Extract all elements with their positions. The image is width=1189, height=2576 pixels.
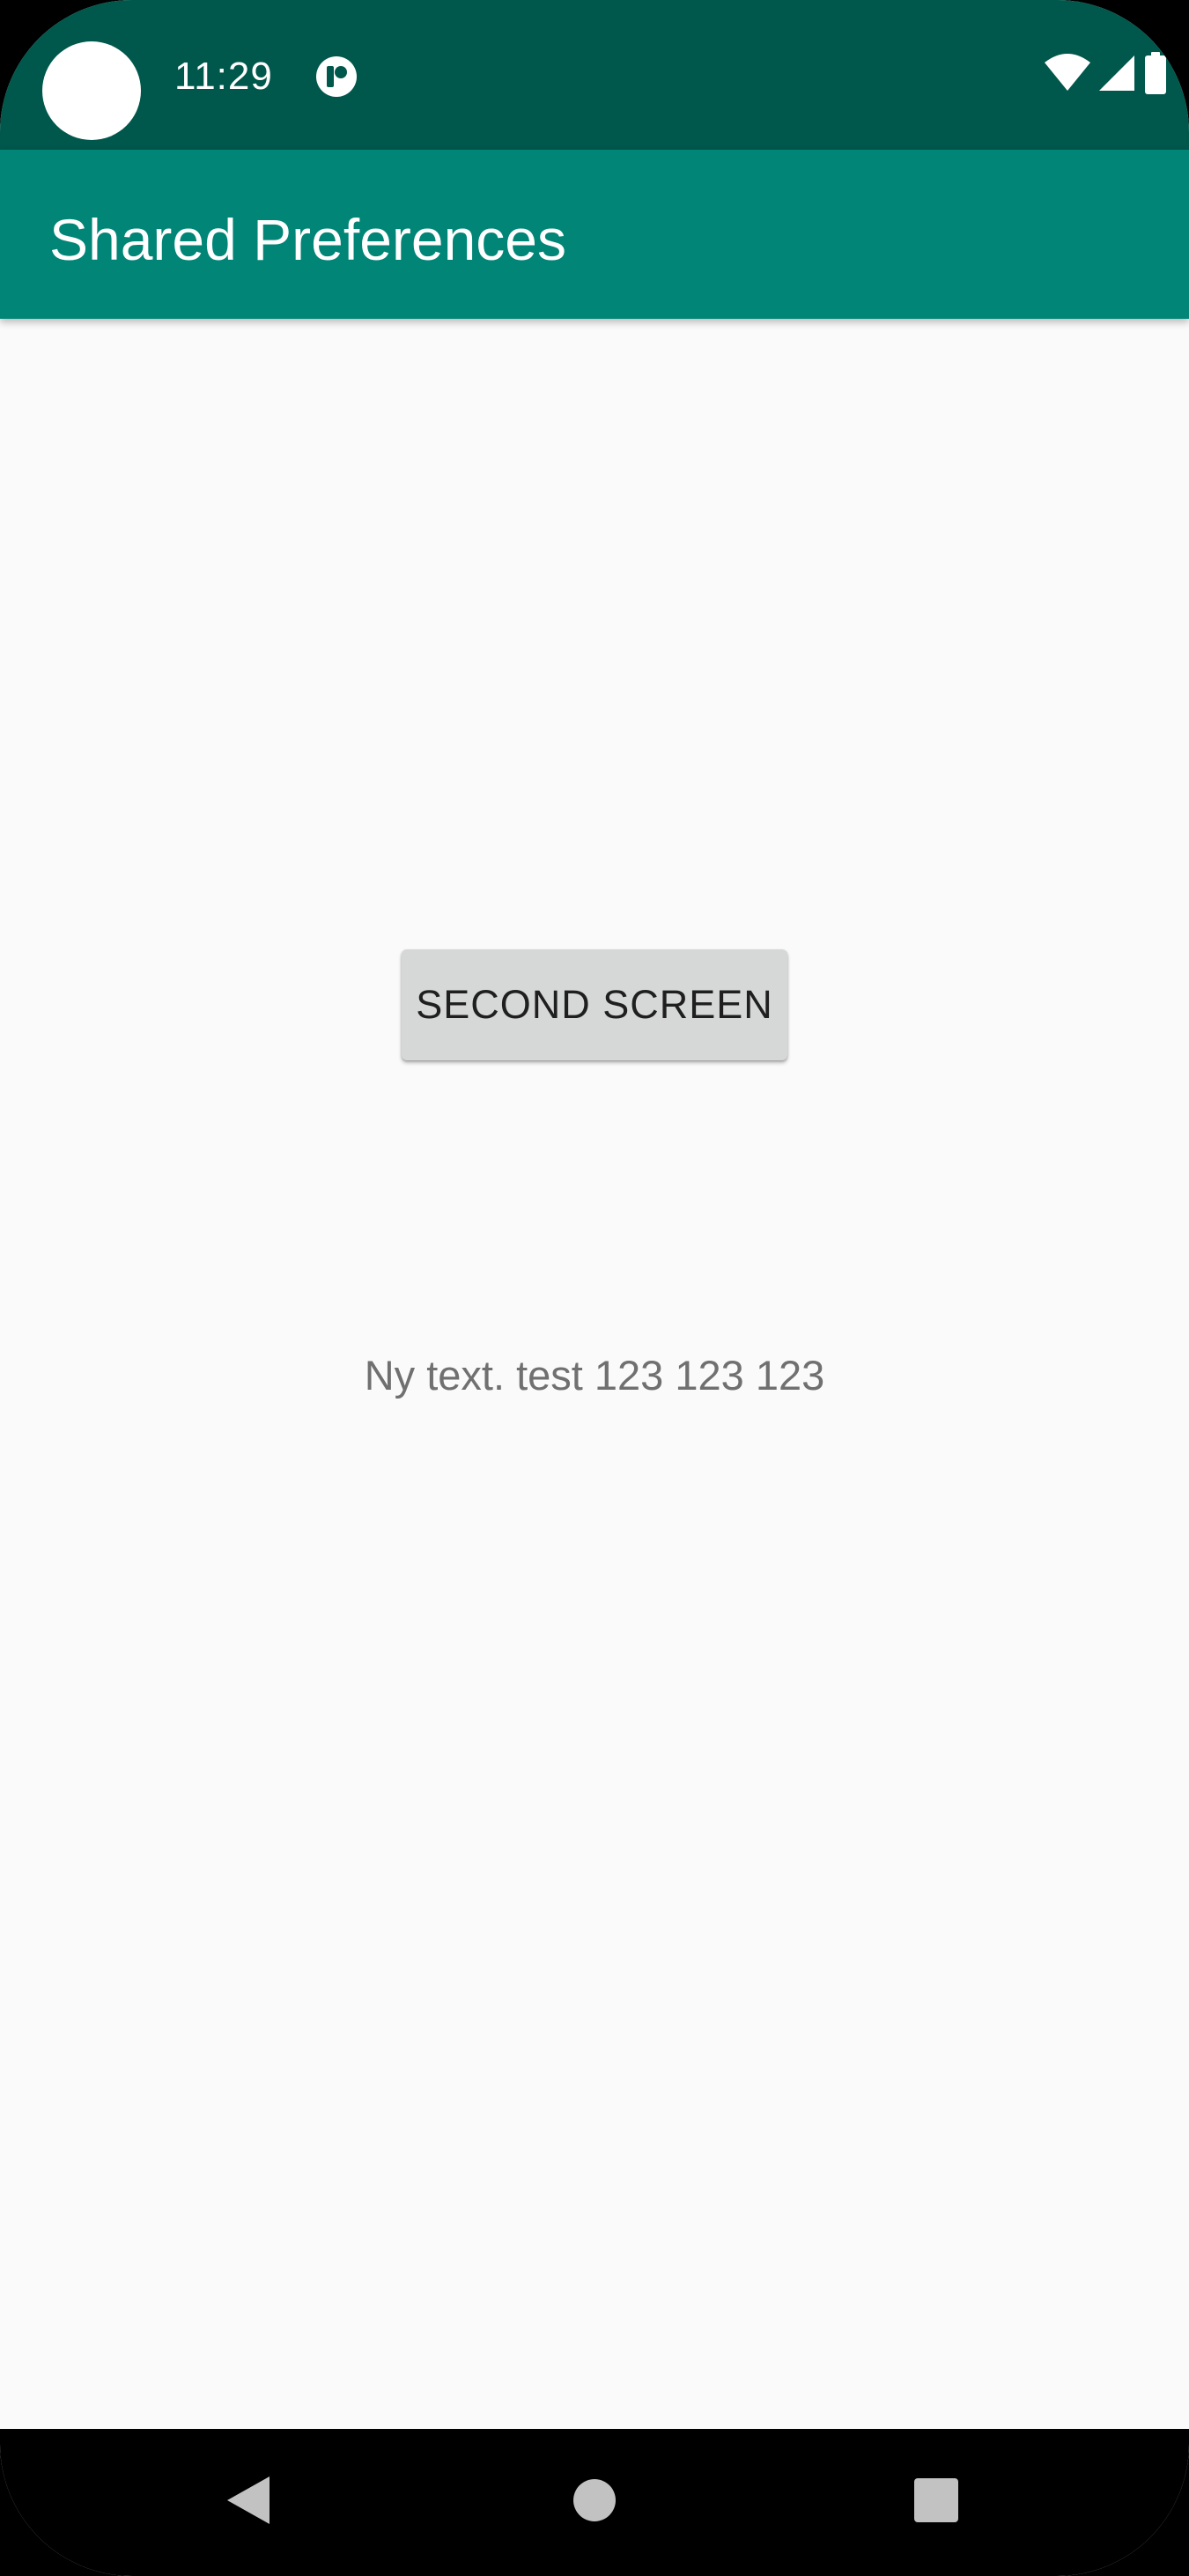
pinned-app-icon <box>315 55 358 98</box>
camera-cutout <box>42 41 141 140</box>
second-screen-button[interactable]: SECOND SCREEN <box>402 949 787 1060</box>
app-title: Shared Preferences <box>49 207 567 272</box>
wifi-icon <box>1045 53 1090 97</box>
recents-square-icon <box>913 2477 959 2528</box>
home-circle-icon <box>572 2478 617 2527</box>
cell-signal-icon <box>1097 54 1136 97</box>
phone-screen: 11:29 Shared Preferences SECOND SCREEN N… <box>0 0 1189 2576</box>
status-icons <box>1045 51 1168 99</box>
navigation-bar <box>0 2429 1189 2576</box>
status-bar: 11:29 <box>0 0 1189 150</box>
main-content: SECOND SCREEN Ny text. test 123 123 123 <box>0 319 1189 2429</box>
recents-button[interactable] <box>866 2429 1007 2576</box>
back-triangle-icon <box>225 2475 271 2530</box>
back-button[interactable] <box>178 2429 319 2576</box>
home-button[interactable] <box>524 2429 665 2576</box>
app-bar: Shared Preferences <box>0 150 1189 319</box>
status-time: 11:29 <box>174 55 273 98</box>
battery-icon <box>1143 51 1168 99</box>
saved-text: Ny text. test 123 123 123 <box>364 1352 825 1399</box>
